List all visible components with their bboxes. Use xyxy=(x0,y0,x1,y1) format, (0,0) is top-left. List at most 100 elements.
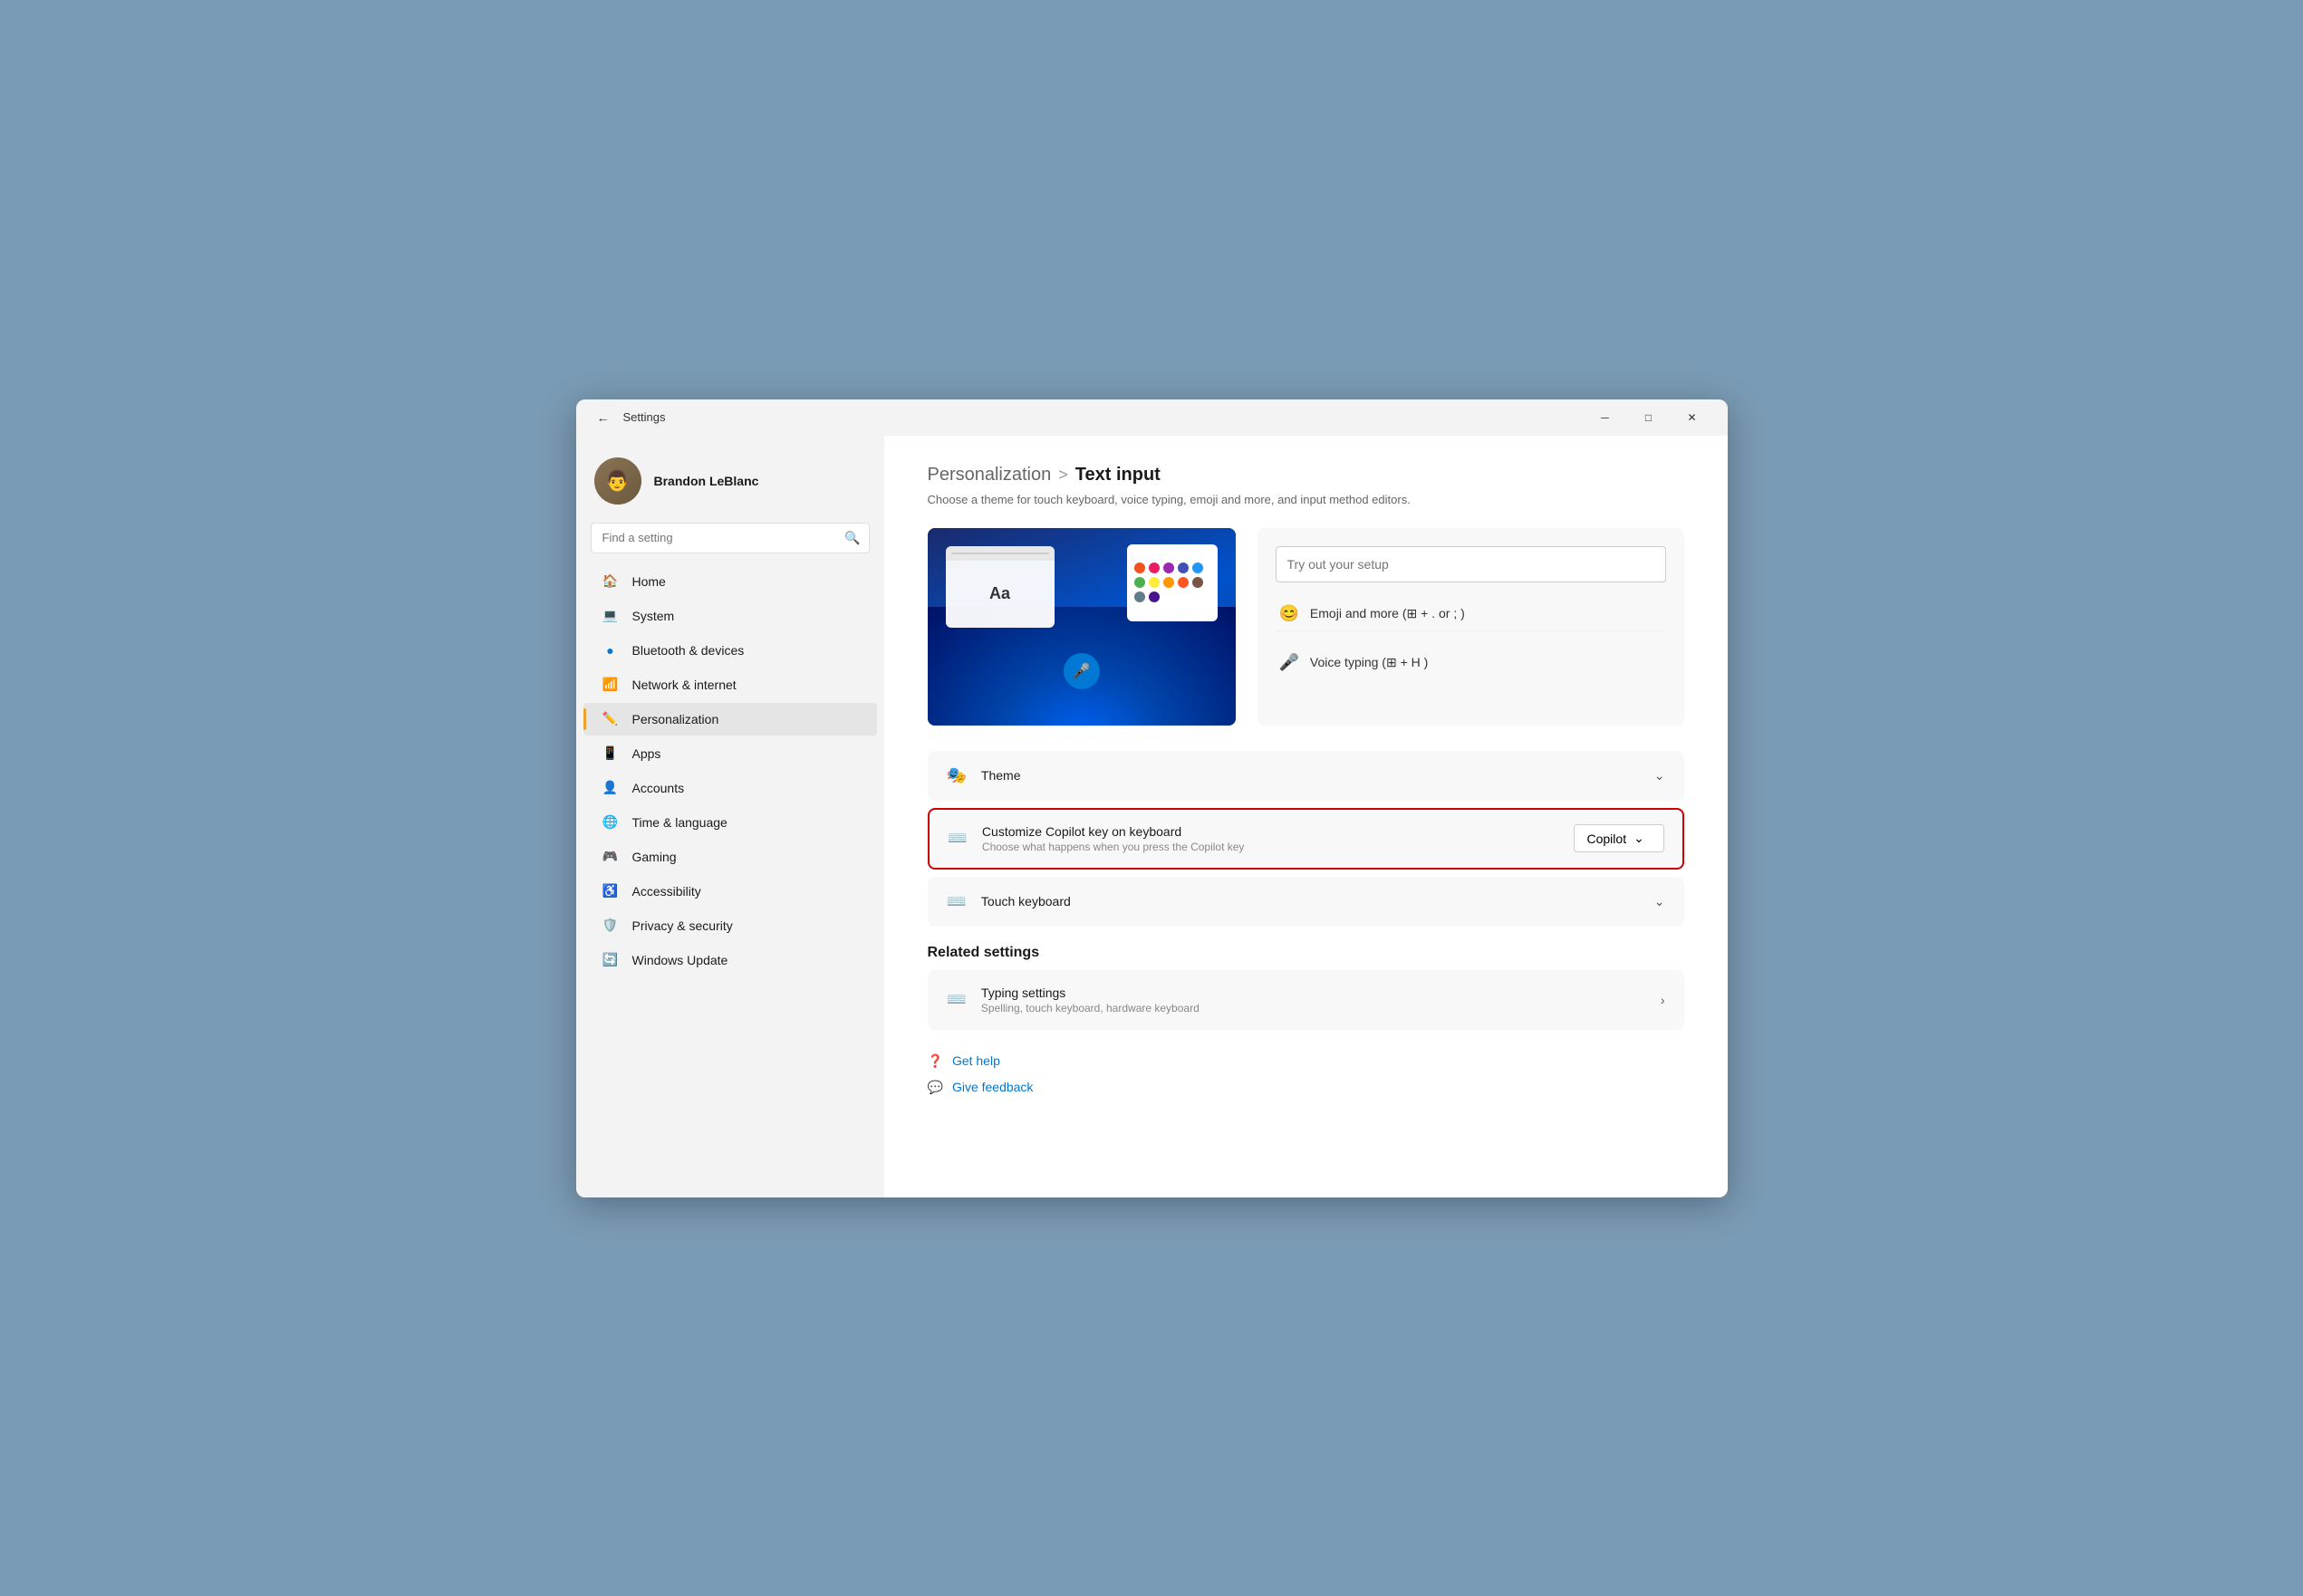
page-subtitle: Choose a theme for touch keyboard, voice… xyxy=(928,493,1684,506)
typing-settings-chevron-icon: › xyxy=(1661,993,1665,1007)
minimize-button[interactable]: ─ xyxy=(1585,403,1626,432)
mock-colorpicker xyxy=(1127,544,1218,621)
search-box: 🔍 xyxy=(591,523,870,553)
sidebar-item-gaming[interactable]: 🎮 Gaming xyxy=(583,841,877,873)
sidebar: 👨 Brandon LeBlanc 🔍 🏠 Home 💻 System ● Bl… xyxy=(576,436,884,1197)
copilot-row-subtitle: Choose what happens when you press the C… xyxy=(982,841,1574,853)
user-profile[interactable]: 👨 Brandon LeBlanc xyxy=(576,443,884,523)
typing-settings-row[interactable]: ⌨️ Typing settings Spelling, touch keybo… xyxy=(928,970,1684,1030)
mock-keyboard-window: Aa xyxy=(946,546,1055,628)
sidebar-item-label-network: Network & internet xyxy=(632,678,737,692)
main-content: Personalization > Text input Choose a th… xyxy=(884,436,1728,1197)
breadcrumb-separator: > xyxy=(1058,466,1068,485)
theme-chevron-icon: ⌄ xyxy=(1654,768,1665,784)
sidebar-item-time[interactable]: 🌐 Time & language xyxy=(583,806,877,839)
mock-kb-top xyxy=(946,546,1055,561)
sidebar-item-label-system: System xyxy=(632,609,675,623)
sidebar-item-label-apps: Apps xyxy=(632,746,661,761)
keyboard-icon: ⌨️ xyxy=(948,829,968,848)
mock-voice-button: 🎤 xyxy=(1064,653,1100,689)
tryout-input[interactable] xyxy=(1276,546,1666,582)
give-feedback-link[interactable]: 💬 Give feedback xyxy=(928,1074,1684,1101)
sidebar-item-label-personalization: Personalization xyxy=(632,712,719,726)
breadcrumb-current: Text input xyxy=(1075,465,1161,486)
sidebar-item-label-accessibility: Accessibility xyxy=(632,884,701,899)
emoji-icon: 😊 xyxy=(1279,604,1299,623)
tryout-emoji-label: Emoji and more (⊞ + . or ; ) xyxy=(1310,606,1465,621)
mock-kb-body: Aa xyxy=(946,561,1055,628)
get-help-label: Get help xyxy=(952,1053,1000,1068)
typing-settings-content: Typing settings Spelling, touch keyboard… xyxy=(981,985,1661,1014)
keyboard-preview: Aa xyxy=(928,528,1236,726)
sidebar-item-personalization-wrapper: ✏️ Personalization xyxy=(583,703,877,736)
sidebar-item-label-windows-update: Windows Update xyxy=(632,953,728,967)
copilot-row-content: Customize Copilot key on keyboard Choose… xyxy=(982,824,1574,853)
copilot-row-title: Customize Copilot key on keyboard xyxy=(982,824,1574,839)
avatar-image: 👨 xyxy=(594,457,641,505)
sidebar-item-label-accounts: Accounts xyxy=(632,781,685,795)
tryout-emoji-option: 😊 Emoji and more (⊞ + . or ; ) xyxy=(1276,597,1666,631)
sidebar-item-label-bluetooth: Bluetooth & devices xyxy=(632,643,745,658)
preview-area: Aa xyxy=(928,528,1684,726)
copilot-row-action: Copilot ⌄ xyxy=(1574,824,1664,852)
sidebar-item-privacy[interactable]: 🛡️ Privacy & security xyxy=(583,909,877,942)
personalization-icon: ✏️ xyxy=(602,710,620,728)
settings-section-touch-keyboard: ⌨️ Touch keyboard ⌄ xyxy=(928,877,1684,927)
accessibility-icon: ♿ xyxy=(602,882,620,900)
settings-section-copilot: ⌨️ Customize Copilot key on keyboard Cho… xyxy=(928,808,1684,870)
sidebar-item-accounts[interactable]: 👤 Accounts xyxy=(583,772,877,804)
window-controls: ─ □ ✕ xyxy=(1585,403,1713,432)
related-settings-section: Related settings ⌨️ Typing settings Spel… xyxy=(928,945,1684,1030)
sidebar-item-bluetooth[interactable]: ● Bluetooth & devices xyxy=(583,634,877,667)
titlebar-title: Settings xyxy=(623,410,1585,424)
system-icon: 💻 xyxy=(602,607,620,625)
theme-row[interactable]: 🎭 Theme ⌄ xyxy=(928,751,1684,801)
typing-settings-icon: ⌨️ xyxy=(947,990,967,1009)
accounts-icon: 👤 xyxy=(602,779,620,797)
typing-settings-subtitle: Spelling, touch keyboard, hardware keybo… xyxy=(981,1002,1661,1014)
sidebar-item-label-gaming: Gaming xyxy=(632,850,677,864)
sidebar-item-system[interactable]: 💻 System xyxy=(583,600,877,632)
sidebar-item-windows-update[interactable]: 🔄 Windows Update xyxy=(583,944,877,976)
preview-screenshot: Aa xyxy=(928,528,1236,726)
touch-keyboard-row[interactable]: ⌨️ Touch keyboard ⌄ xyxy=(928,877,1684,927)
sidebar-item-personalization[interactable]: ✏️ Personalization xyxy=(583,703,877,736)
search-input[interactable] xyxy=(591,523,870,553)
tryout-panel: 😊 Emoji and more (⊞ + . or ; ) 🎤 Voice t… xyxy=(1257,528,1684,726)
tryout-voice-option: 🎤 Voice typing (⊞ + H ) xyxy=(1276,646,1666,679)
sidebar-item-apps[interactable]: 📱 Apps xyxy=(583,737,877,770)
copilot-row[interactable]: ⌨️ Customize Copilot key on keyboard Cho… xyxy=(928,808,1684,870)
get-help-link[interactable]: ❓ Get help xyxy=(928,1048,1684,1074)
back-button[interactable]: ← xyxy=(591,405,616,430)
breadcrumb: Personalization > Text input xyxy=(928,465,1684,486)
user-name: Brandon LeBlanc xyxy=(654,474,759,488)
search-icon: 🔍 xyxy=(844,530,860,545)
sidebar-item-accessibility[interactable]: ♿ Accessibility xyxy=(583,875,877,908)
close-button[interactable]: ✕ xyxy=(1672,403,1713,432)
copilot-dropdown-chevron-icon: ⌄ xyxy=(1633,831,1644,846)
give-feedback-icon: 💬 xyxy=(928,1080,943,1095)
theme-row-content: Theme xyxy=(981,768,1654,783)
network-icon: 📶 xyxy=(602,676,620,694)
time-icon: 🌐 xyxy=(602,813,620,832)
related-title: Related settings xyxy=(928,945,1684,961)
bluetooth-icon: ● xyxy=(602,641,620,659)
content-area: 👨 Brandon LeBlanc 🔍 🏠 Home 💻 System ● Bl… xyxy=(576,436,1728,1197)
maximize-button[interactable]: □ xyxy=(1628,403,1670,432)
touch-keyboard-row-title: Touch keyboard xyxy=(981,894,1654,909)
copilot-dropdown-value: Copilot xyxy=(1587,832,1627,846)
settings-section-theme: 🎭 Theme ⌄ xyxy=(928,751,1684,801)
copilot-dropdown[interactable]: Copilot ⌄ xyxy=(1574,824,1664,852)
privacy-icon: 🛡️ xyxy=(602,917,620,935)
windows-update-icon: 🔄 xyxy=(602,951,620,969)
give-feedback-label: Give feedback xyxy=(952,1080,1034,1094)
breadcrumb-parent[interactable]: Personalization xyxy=(928,465,1052,486)
sidebar-item-home[interactable]: 🏠 Home xyxy=(583,565,877,598)
tryout-voice-label: Voice typing (⊞ + H ) xyxy=(1310,655,1428,670)
home-icon: 🏠 xyxy=(602,572,620,591)
sidebar-item-network[interactable]: 📶 Network & internet xyxy=(583,668,877,701)
voice-icon: 🎤 xyxy=(1279,653,1299,672)
typing-settings-title: Typing settings xyxy=(981,985,1661,1000)
touch-keyboard-chevron-icon: ⌄ xyxy=(1654,894,1665,909)
help-links-section: ❓ Get help 💬 Give feedback xyxy=(928,1048,1684,1101)
